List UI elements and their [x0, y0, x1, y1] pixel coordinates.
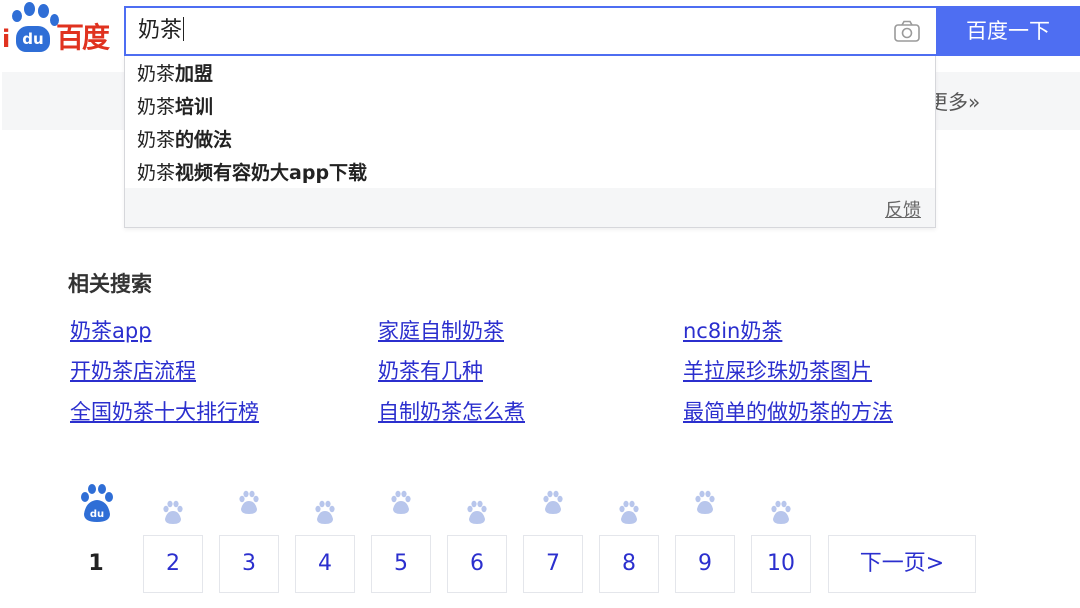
feedback-link[interactable]: 反馈: [885, 196, 921, 222]
related-link[interactable]: 羊拉屎珍珠奶茶图片: [683, 357, 872, 385]
page-button[interactable]: 5: [371, 535, 431, 593]
suggestion-footer: 反馈: [125, 188, 935, 227]
page-button[interactable]: 2: [143, 535, 203, 593]
related-title: 相关搜索: [68, 272, 152, 296]
paw-page-icon: [695, 490, 715, 514]
paw-page-icon: [467, 500, 487, 524]
page-button[interactable]: 9: [675, 535, 735, 593]
suggestion-dropdown: 奶茶加盟 奶茶培训 奶茶的做法 奶茶视频有容奶大app下载 反馈: [124, 56, 936, 228]
logo-brand: 百度: [56, 21, 110, 54]
paw-page-icon: [619, 500, 639, 524]
page-button[interactable]: 10: [751, 535, 811, 593]
page-button[interactable]: 7: [523, 535, 583, 593]
paw-page-icon: [771, 500, 791, 524]
related-link[interactable]: nc8in奶茶: [683, 317, 782, 345]
suggestion-item[interactable]: 奶茶的做法: [137, 126, 232, 154]
search-input-value: 奶茶: [138, 18, 183, 43]
paw-page-icon: [543, 490, 563, 514]
paw-toe: [12, 10, 22, 22]
suggestion-item[interactable]: 奶茶培训: [137, 93, 213, 121]
paw-toe: [38, 4, 49, 18]
related-link[interactable]: 奶茶app: [70, 317, 152, 345]
related-link[interactable]: 全国奶茶十大排行榜: [70, 398, 259, 426]
page-button[interactable]: 8: [599, 535, 659, 593]
page-button[interactable]: 4: [295, 535, 355, 593]
related-link[interactable]: 最简单的做奶茶的方法: [683, 398, 893, 426]
logo-du: du: [16, 26, 50, 52]
page-button[interactable]: 3: [219, 535, 279, 593]
related-link[interactable]: 开奶茶店流程: [70, 357, 196, 385]
next-page-button[interactable]: 下一页>: [828, 535, 976, 593]
logo-i: i: [2, 25, 11, 53]
suggestion-item[interactable]: 奶茶视频有容奶大app下载: [137, 159, 367, 187]
svg-text:du: du: [90, 509, 104, 520]
paw-toe: [24, 2, 35, 16]
suggestion-item[interactable]: 奶茶加盟: [137, 60, 213, 88]
baidu-logo[interactable]: i du 百度: [2, 2, 114, 54]
page-button[interactable]: 6: [447, 535, 507, 593]
camera-icon[interactable]: [894, 20, 920, 42]
search-box[interactable]: 奶茶: [124, 6, 936, 56]
related-link[interactable]: 奶茶有几种: [378, 357, 483, 385]
related-link[interactable]: 自制奶茶怎么煮: [378, 398, 525, 426]
paw-page-icon: [315, 500, 335, 524]
related-link[interactable]: 家庭自制奶茶: [378, 317, 504, 345]
paw-page-icon: [163, 500, 183, 524]
paw-page-icon: [391, 490, 411, 514]
paw-page-icon: [239, 490, 259, 514]
text-caret: [183, 17, 185, 41]
page-current: 1: [88, 551, 104, 576]
search-button[interactable]: 百度一下: [936, 6, 1080, 56]
paw-current-icon: du: [81, 484, 113, 522]
search-input[interactable]: 奶茶: [138, 16, 185, 46]
